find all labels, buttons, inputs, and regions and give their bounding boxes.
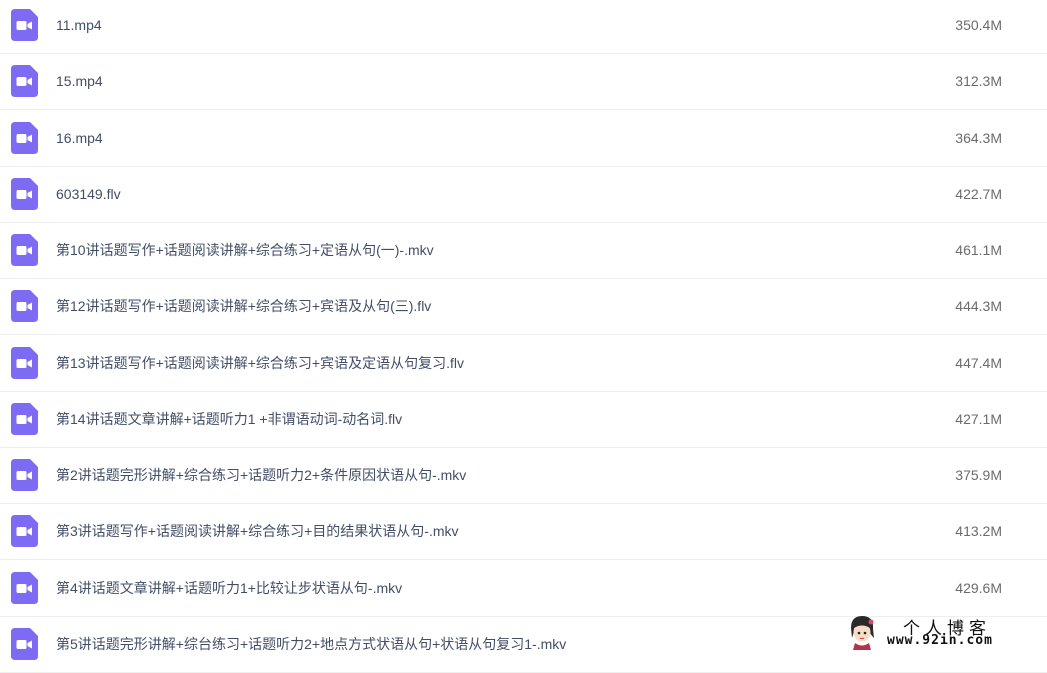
file-size: 444.3M	[955, 279, 1002, 333]
file-size: 461.1M	[955, 223, 1002, 277]
file-row[interactable]: 603149.flv 422.7M	[0, 167, 1047, 223]
file-row[interactable]: 第4讲话题文章讲解+话题听力1+比较让步状语从句-.mkv 429.6M	[0, 561, 1047, 617]
file-row[interactable]: 第2讲话题完形讲解+综合练习+话题听力2+条件原因状语从句-.mkv 375.9…	[0, 448, 1047, 504]
file-row[interactable]: 第10讲话题写作+话题阅读讲解+综合练习+定语从句(一)-.mkv 461.1M	[0, 223, 1047, 279]
file-name: 15.mp4	[56, 54, 103, 108]
file-row[interactable]: 16.mp4 364.3M	[0, 111, 1047, 167]
file-name: 第10讲话题写作+话题阅读讲解+综合练习+定语从句(一)-.mkv	[56, 223, 434, 277]
video-file-icon	[11, 347, 38, 379]
video-file-icon	[11, 572, 38, 604]
video-file-icon	[11, 290, 38, 322]
file-name: 第5讲话题完形讲解+综台练习+话题听力2+地点方式状语从句+状语从句复习1-.m…	[56, 617, 566, 671]
file-row[interactable]: 第12讲话题写作+话题阅读讲解+综合练习+宾语及从句(三).flv 444.3M	[0, 279, 1047, 335]
video-file-icon	[11, 178, 38, 210]
file-size: 429.6M	[955, 561, 1002, 615]
file-row[interactable]: 11.mp4 350.4M	[0, 0, 1047, 54]
video-file-icon	[11, 9, 38, 41]
file-size: 312.3M	[955, 54, 1002, 108]
video-file-icon	[11, 628, 38, 660]
file-row[interactable]: 第13讲话题写作+话题阅读讲解+综合练习+宾语及定语从句复习.flv 447.4…	[0, 336, 1047, 392]
file-row[interactable]: 第14讲话题文章讲解+话题听力1 +非谓语动词-动名词.flv 427.1M	[0, 392, 1047, 448]
video-file-icon	[11, 65, 38, 97]
file-name: 第12讲话题写作+话题阅读讲解+综合练习+宾语及从句(三).flv	[56, 279, 431, 333]
video-file-icon	[11, 459, 38, 491]
video-file-icon	[11, 403, 38, 435]
file-size: 422.7M	[955, 167, 1002, 221]
file-size: 413.2M	[955, 504, 1002, 558]
file-name: 第14讲话题文章讲解+话题听力1 +非谓语动词-动名词.flv	[56, 392, 402, 446]
file-name: 第3讲话题写作+话题阅读讲解+综合练习+目的结果状语从句-.mkv	[56, 504, 459, 558]
video-file-icon	[11, 122, 38, 154]
file-row[interactable]: 15.mp4 312.3M	[0, 54, 1047, 110]
file-name: 第2讲话题完形讲解+综合练习+话题听力2+条件原因状语从句-.mkv	[56, 448, 466, 502]
file-size: 427.1M	[955, 392, 1002, 446]
video-file-icon	[11, 234, 38, 266]
file-size: 447.4M	[955, 336, 1002, 390]
file-size: 364.3M	[955, 111, 1002, 165]
blog-watermark: 个人博客 www.92in.com	[847, 614, 1039, 654]
file-row[interactable]: 第3讲话题写作+话题阅读讲解+综合练习+目的结果状语从句-.mkv 413.2M	[0, 504, 1047, 560]
file-size: 375.9M	[955, 448, 1002, 502]
file-list: 11.mp4 350.4M 15.mp4 312.3M 16.mp4 364.3…	[0, 0, 1047, 658]
file-name: 603149.flv	[56, 167, 121, 221]
file-name: 11.mp4	[56, 0, 102, 52]
file-name: 第13讲话题写作+话题阅读讲解+综合练习+宾语及定语从句复习.flv	[56, 336, 464, 390]
video-file-icon	[11, 515, 38, 547]
file-name: 16.mp4	[56, 111, 103, 165]
file-name: 第4讲话题文章讲解+话题听力1+比较让步状语从句-.mkv	[56, 561, 402, 615]
file-size: 350.4M	[955, 0, 1002, 52]
avatar-icon	[847, 614, 877, 650]
watermark-url: www.92in.com	[887, 633, 993, 648]
